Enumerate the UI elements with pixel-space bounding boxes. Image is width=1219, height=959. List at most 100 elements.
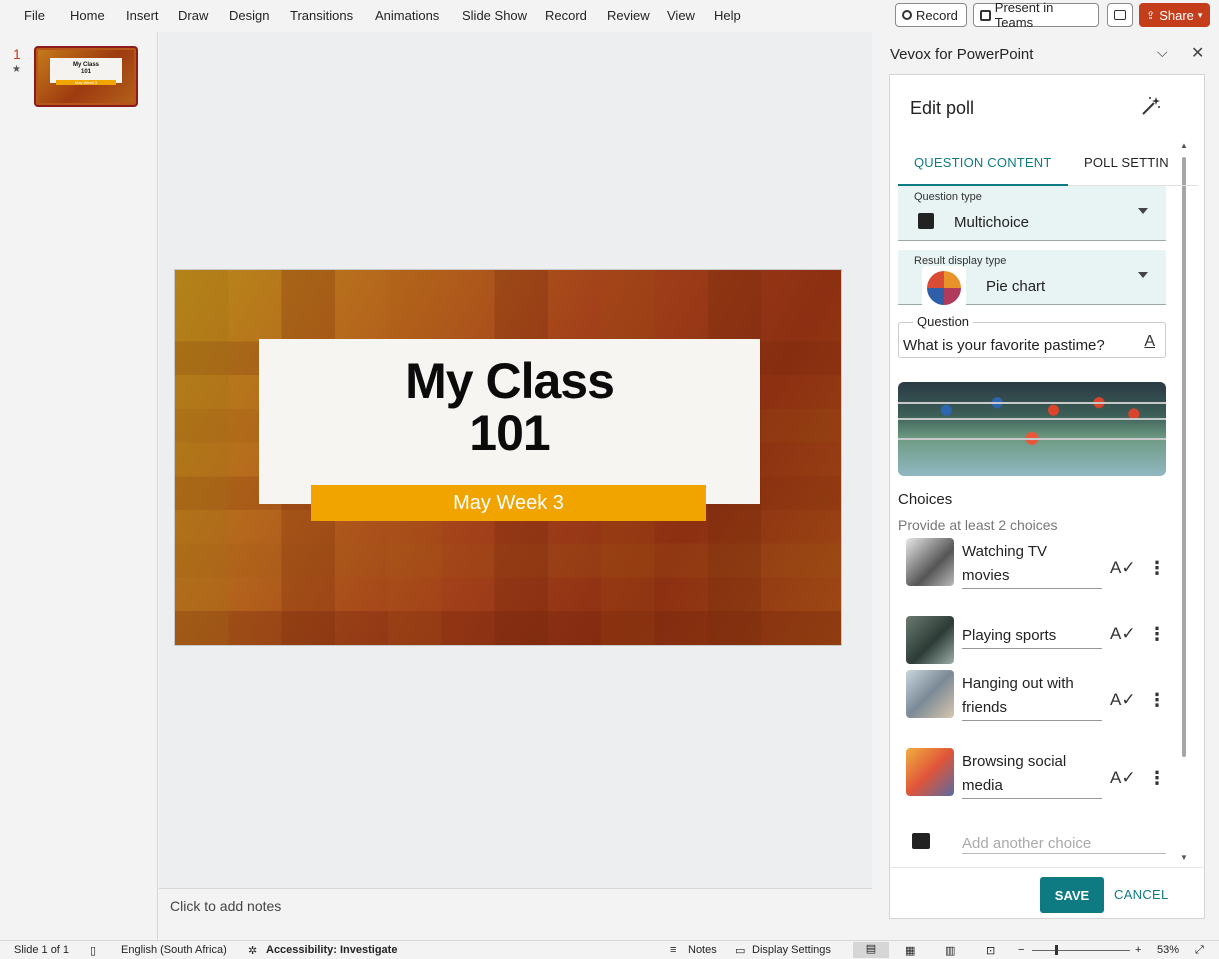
normal-view-icon[interactable]: ▤ [853,942,889,958]
pane-title: Vevox for PowerPoint [890,46,1034,63]
thumbnail-title-line2: 101 [80,69,91,75]
record-icon [902,10,912,20]
result-display-value: Pie chart [986,278,1046,295]
slide-sorter-icon[interactable]: ▦ [905,944,915,957]
share-button[interactable]: ⇪ Share ▾ [1139,3,1210,27]
comments-button[interactable] [1107,3,1133,27]
foosball-rod [898,418,1166,420]
fit-to-window-icon[interactable]: ⤢ [1195,944,1204,957]
question-type-label: Question type [914,191,982,203]
text-format-icon[interactable]: A [1144,333,1155,351]
text-format-icon[interactable]: A✓ [1110,624,1136,644]
question-input[interactable]: What is your favorite pastime? [903,337,1105,354]
tab-review[interactable]: Review [607,8,650,23]
tab-help[interactable]: Help [714,8,741,23]
slide-show-icon[interactable]: ⊡ [986,944,995,957]
tab-home[interactable]: Home [70,8,105,23]
choice-input[interactable]: Watching TV movies [962,540,1102,589]
more-options-icon[interactable]: ⋮ [1148,768,1166,789]
add-choice-input[interactable]: Add another choice [962,835,1166,854]
choice-image[interactable] [906,616,954,664]
notes-icon[interactable]: ≡ [670,944,676,956]
tab-transitions[interactable]: Transitions [290,8,353,23]
tab-question-content[interactable]: QUESTION CONTENT [914,155,1052,170]
slide-subtitle[interactable]: May Week 3 [311,485,706,521]
zoom-out-icon[interactable]: − [1018,944,1024,956]
question-field[interactable]: Question What is your favorite pastime? … [898,314,1166,358]
display-settings-button[interactable]: Display Settings [752,944,831,956]
present-in-teams-button[interactable]: Present in Teams [973,0,1099,30]
choice-input[interactable]: Playing sports [962,624,1102,649]
cancel-button[interactable]: CANCEL [1114,887,1169,902]
zoom-in-icon[interactable]: + [1135,944,1141,956]
choice-image[interactable] [906,670,954,718]
tab-draw[interactable]: Draw [178,8,208,23]
image-icon[interactable] [912,833,930,849]
slide-title: My Class 101 [259,339,760,459]
language-indicator[interactable]: English (South Africa) [121,944,227,956]
tab-poll-settings[interactable]: POLL SETTIN [1084,155,1169,170]
tab-animations[interactable]: Animations [375,8,439,23]
pie-chart-icon [922,266,966,310]
slide-thumbnail-pane: 1 ★ My Class 101 May Week 3 [0,32,158,940]
text-format-icon[interactable]: A✓ [1110,690,1136,710]
choice-image[interactable] [906,748,954,796]
close-icon[interactable]: ✕ [1191,43,1204,63]
thumbnail-subtitle: May Week 3 [56,80,116,85]
comment-icon [1114,10,1126,20]
accessibility-status[interactable]: Accessibility: Investigate [266,944,397,956]
present-label: Present in Teams [994,0,1054,30]
scroll-up-arrow-icon[interactable]: ▲ [1180,141,1188,150]
footer-divider [890,867,1204,868]
tab-view[interactable]: View [667,8,695,23]
slide-thumbnail[interactable]: My Class 101 May Week 3 [34,46,138,107]
tab-file[interactable]: File [24,8,45,23]
ribbon-tab-bar: File Home Insert Draw Design Transitions… [0,0,1219,32]
status-bar: Slide 1 of 1 ▯ English (South Africa) ✲ … [0,940,1219,959]
tab-design[interactable]: Design [229,8,269,23]
reading-view-icon[interactable]: ▥ [945,944,955,957]
notes-button[interactable]: Notes [688,944,717,956]
zoom-slider-thumb[interactable] [1055,945,1058,955]
notes-pane[interactable]: Click to add notes [159,888,872,940]
animation-star-icon: ★ [12,64,21,75]
save-button[interactable]: SAVE [1040,877,1104,913]
list-icon [918,213,934,229]
choice-item: Playing sports A✓ ⋮ [906,616,1166,676]
question-type-select[interactable]: Question type Multichoice [898,186,1166,241]
slide-counter[interactable]: Slide 1 of 1 [14,944,69,956]
chevron-down-icon [1138,208,1148,214]
more-options-icon[interactable]: ⋮ [1148,690,1166,711]
more-options-icon[interactable]: ⋮ [1148,558,1166,579]
display-settings-icon[interactable]: ▭ [735,944,745,957]
zoom-slider[interactable] [1032,950,1130,951]
tab-record[interactable]: Record [545,8,587,23]
choice-text-line1: Browsing social [962,753,1067,770]
edit-poll-heading: Edit poll [910,98,975,118]
chevron-down-icon[interactable]: ⌵ [1157,44,1168,61]
scroll-down-arrow-icon[interactable]: ▼ [1180,853,1188,862]
record-button[interactable]: Record [895,3,967,27]
slide-title-line2: 101 [469,405,550,461]
accessibility-icon[interactable]: ✲ [248,944,257,957]
zoom-level[interactable]: 53% [1157,944,1179,956]
choice-image[interactable] [906,538,954,586]
notes-placeholder: Click to add notes [170,898,282,914]
question-label: Question [913,314,974,329]
result-display-type-select[interactable]: Result display type Pie chart [898,250,1166,310]
slide[interactable]: My Class 101 May Week 3 [174,269,842,646]
tab-slide-show[interactable]: Slide Show [462,8,527,23]
magic-wand-icon[interactable] [1140,95,1162,122]
more-options-icon[interactable]: ⋮ [1148,624,1166,645]
text-format-icon[interactable]: A✓ [1110,558,1136,578]
question-image[interactable] [898,382,1166,476]
text-format-icon[interactable]: A✓ [1110,768,1136,788]
tab-insert[interactable]: Insert [126,8,159,23]
spell-check-icon[interactable]: ▯ [90,944,96,957]
choice-text-line1: Playing sports [962,627,1057,644]
scrollbar[interactable] [1182,157,1186,757]
choice-input[interactable]: Hanging out with friends [962,672,1102,721]
choice-input[interactable]: Browsing social media [962,750,1102,799]
title-box[interactable]: My Class 101 [259,339,760,504]
teams-icon [980,9,991,21]
